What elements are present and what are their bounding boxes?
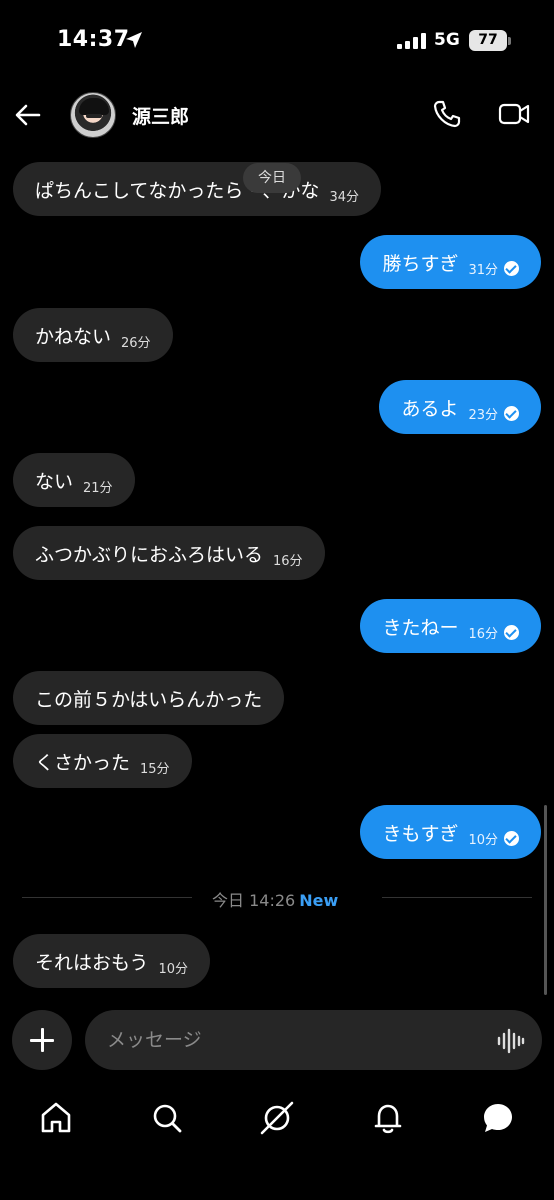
message-time: 31分 xyxy=(468,259,519,278)
message-bubble-incoming[interactable]: かねない 26分 xyxy=(13,308,173,362)
divider-line xyxy=(22,897,192,898)
explore-icon[interactable] xyxy=(259,1100,295,1136)
message-bubble-outgoing[interactable]: あるよ 23分 xyxy=(379,380,541,434)
message-time-text: 26分 xyxy=(121,335,151,351)
chat-header: 源三郎 xyxy=(0,85,554,145)
phone-icon[interactable] xyxy=(432,99,462,129)
message-time-text: 31分 xyxy=(468,262,498,278)
message-time: 34分 xyxy=(329,186,359,205)
video-call-icon[interactable] xyxy=(498,99,530,129)
messages-icon[interactable] xyxy=(480,1100,516,1136)
scrollbar[interactable] xyxy=(544,805,547,995)
message-text: あるよ xyxy=(401,397,459,420)
message-text: きもすぎ xyxy=(382,822,459,845)
message-time: 10分 xyxy=(158,958,188,977)
message-text: それはおもう xyxy=(35,951,149,974)
message-time: 26分 xyxy=(121,332,151,351)
message-time-text: 10分 xyxy=(158,961,188,977)
message-text: この前５かはいらんかった xyxy=(35,688,263,711)
divider-line xyxy=(382,897,532,898)
new-messages-divider: 今日 14:26 New xyxy=(22,886,532,911)
message-time-text: 16分 xyxy=(468,626,498,642)
contact-name[interactable]: 源三郎 xyxy=(132,102,189,129)
message-time-text: 21分 xyxy=(83,480,113,496)
network-type: 5G xyxy=(434,30,460,50)
message-bubble-incoming[interactable]: ない 21分 xyxy=(13,453,135,507)
avatar-glasses xyxy=(86,114,102,118)
message-bubble-outgoing[interactable]: 勝ちすぎ 31分 xyxy=(360,235,541,289)
status-bar: 14:37 5G 77 xyxy=(0,0,554,80)
message-text: くさかった xyxy=(35,751,131,774)
message-bubble-incoming[interactable]: ぱちんこしてなかったら・、かな 34分 xyxy=(13,162,381,216)
message-bubble-incoming[interactable]: ふつかぶりにおふろはいる 16分 xyxy=(13,526,325,580)
message-time: 23分 xyxy=(468,404,519,423)
signal-icon xyxy=(397,33,426,49)
battery-cap xyxy=(508,37,511,45)
add-attachment-button[interactable] xyxy=(12,1010,72,1070)
search-icon[interactable] xyxy=(149,1100,185,1136)
message-time: 21分 xyxy=(83,477,113,496)
read-check-icon xyxy=(504,830,519,846)
notifications-icon[interactable] xyxy=(370,1100,406,1136)
message-text: ふつかぶりにおふろはいる xyxy=(35,543,264,566)
message-text: 勝ちすぎ xyxy=(382,252,459,275)
read-check-icon xyxy=(504,405,519,421)
message-thread[interactable]: ぱちんこしてなかったら・、かな 34分 今日 勝ちすぎ 31分 かねない 26分… xyxy=(0,150,554,1000)
message-time-text: 34分 xyxy=(329,189,359,205)
message-time: 10分 xyxy=(468,829,519,848)
bottom-navigation xyxy=(0,1095,554,1145)
message-time-text: 10分 xyxy=(468,832,498,848)
location-arrow-icon xyxy=(126,32,142,48)
avatar[interactable] xyxy=(70,92,116,138)
voice-message-icon[interactable] xyxy=(497,1028,525,1054)
message-bubble-outgoing[interactable]: きたねー 16分 xyxy=(360,599,541,653)
message-bubble-outgoing[interactable]: きもすぎ 10分 xyxy=(360,805,541,859)
date-pill: 今日 xyxy=(243,163,301,193)
message-time-text: 23分 xyxy=(468,407,498,423)
divider-label: 今日 14:26 New xyxy=(212,887,338,911)
message-time: 15分 xyxy=(140,758,170,777)
message-text: かねない xyxy=(35,325,112,348)
message-bubble-incoming[interactable]: くさかった 15分 xyxy=(13,734,192,788)
message-text: ない xyxy=(35,470,74,493)
message-input[interactable] xyxy=(85,1010,542,1070)
home-icon[interactable] xyxy=(38,1100,74,1136)
message-bubble-incoming[interactable]: この前５かはいらんかった xyxy=(13,671,285,725)
status-time: 14:37 xyxy=(57,27,130,52)
message-time-text: 16分 xyxy=(273,553,303,569)
message-text: きたねー xyxy=(382,616,459,639)
message-time-text: 15分 xyxy=(140,761,170,777)
back-arrow-icon[interactable] xyxy=(13,100,43,130)
message-time: 16分 xyxy=(468,623,519,642)
message-bubble-incoming[interactable]: それはおもう 10分 xyxy=(13,934,210,988)
message-time: 16分 xyxy=(273,550,303,569)
read-check-icon xyxy=(504,624,519,640)
read-check-icon xyxy=(504,260,519,276)
divider-date: 今日 14:26 xyxy=(212,891,296,910)
battery-icon: 77 xyxy=(469,30,507,51)
avatar-hair xyxy=(79,98,109,115)
new-label: New xyxy=(299,891,339,910)
